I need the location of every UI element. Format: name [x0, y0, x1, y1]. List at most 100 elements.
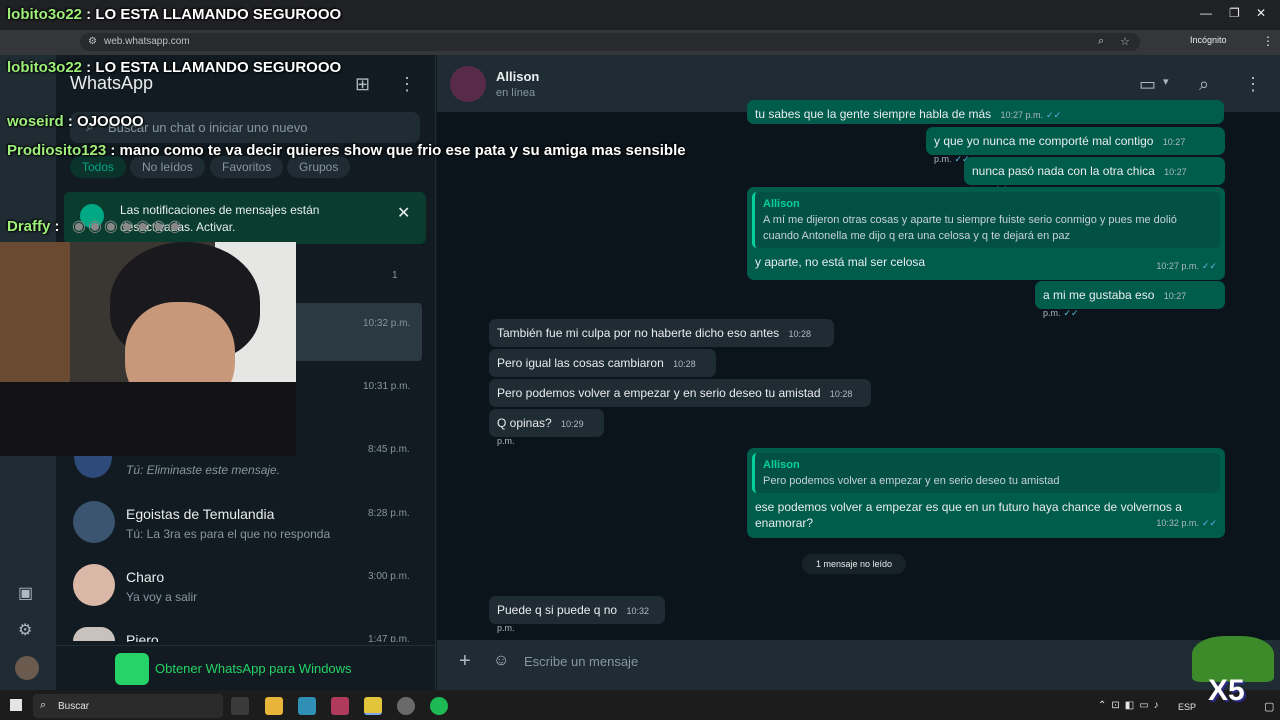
quoted-text: A mí me dijeron otras cosas y aparte tu … [763, 214, 1177, 242]
bookmark-star-icon[interactable]: ☆ [1120, 35, 1130, 48]
stream-chat-line: lobito3o22 : LO ESTA LLAMANDO SEGUROOO [7, 6, 342, 23]
chevron-down-icon[interactable]: ▾ [1163, 75, 1169, 88]
sticker-icon[interactable]: ☺ [493, 652, 509, 670]
chat-time: 8:45 p.m. [368, 444, 410, 455]
chat-last-message: Ya voy a salir [126, 590, 198, 604]
unread-divider: 1 mensaje no leído [802, 554, 906, 574]
quoted-message[interactable]: Allison A mí me dijeron otras cosas y ap… [752, 192, 1220, 248]
zoom-icon[interactable]: ⌕ [1098, 35, 1104, 48]
search-icon: ⌕ [40, 699, 47, 711]
chat-avatar [73, 501, 115, 543]
stream-chat-line: Prodiosito123 : mano como te va decir qu… [7, 142, 686, 159]
chat-last-message: Tú: La 3ra es para el que no responda [126, 527, 331, 541]
message-placeholder: Escribe un mensaje [524, 654, 639, 669]
quoted-message[interactable]: Allison Pero podemos volver a empezar y … [752, 453, 1220, 493]
quoted-text: Pero podemos volver a empezar y en serio… [763, 475, 1060, 487]
contact-avatar[interactable] [450, 66, 486, 102]
chat-name: Charo [126, 569, 165, 585]
message-text: Q opinas? [497, 416, 552, 430]
app-title: WhatsApp [70, 73, 154, 93]
chat-time: 1:47 p.m. [368, 634, 410, 642]
chat-avatar [73, 564, 115, 606]
close-window-icon[interactable]: ✕ [1256, 6, 1266, 20]
message-bubble[interactable]: nunca pasó nada con la otra chica 10:27 … [964, 157, 1225, 194]
quoted-author: Allison [763, 459, 800, 471]
read-ticks-icon: ✓✓ [1046, 110, 1062, 120]
message-time: 10:27 p.m. ✓✓ [1156, 261, 1217, 271]
profile-avatar[interactable] [15, 656, 39, 680]
stream-chat-line: Draffy : [7, 218, 60, 235]
filter-grupos[interactable]: Grupos [287, 156, 351, 178]
contact-status: en línea [496, 87, 536, 99]
chat-time: 8:28 p.m. [368, 508, 410, 519]
message-bubble[interactable]: Puede q si puede q no 10:32 p.m. [489, 596, 665, 633]
message-text: Pero podemos volver a empezar y en serio… [497, 386, 821, 400]
url-text: web.whatsapp.com [104, 36, 190, 47]
message-bubble-reply[interactable]: Allison A mí me dijeron otras cosas y ap… [747, 187, 1225, 280]
message-text: tu sabes que la gente siempre habla de m… [755, 107, 992, 121]
chat-avatar [73, 627, 115, 641]
file-explorer-icon[interactable] [265, 697, 283, 715]
stream-chat-line: lobito3o22 : LO ESTA LLAMANDO SEGUROOO [7, 59, 342, 76]
message-time: 10:32 p.m. ✓✓ [1156, 518, 1217, 528]
chat-menu-icon[interactable]: ⋮ [1244, 74, 1262, 95]
windows-start-icon[interactable] [10, 699, 22, 711]
chat-time: 3:00 p.m. [368, 571, 410, 582]
media-icon[interactable]: ▣ [18, 583, 33, 603]
chat-last-message: Tú: Eliminaste este mensaje. [126, 463, 281, 477]
app-icon[interactable] [397, 697, 415, 715]
unread-badge: 1 [392, 270, 398, 281]
message-text: nunca pasó nada con la otra chica [972, 164, 1155, 178]
notifications-icon[interactable]: ▢ [1264, 700, 1274, 713]
settings-gear-icon[interactable]: ⚙ [18, 620, 32, 640]
browser-menu-icon[interactable]: ⋮ [1262, 34, 1274, 48]
taskbar-search-label: Buscar [58, 701, 90, 712]
stream-chat-line: woseird : OJOOOO [7, 113, 144, 130]
spotify-icon[interactable] [430, 697, 448, 715]
message-bubble-reply[interactable]: Allison Pero podemos volver a empezar y … [747, 448, 1225, 538]
minimize-icon[interactable]: — [1200, 6, 1212, 20]
chat-name: Piero [126, 632, 159, 642]
message-bubble[interactable]: a mi me gustaba eso 10:27 p.m. ✓✓ [1035, 281, 1225, 318]
system-tray-icons[interactable]: ⌃⊡◧▭♪ [1098, 700, 1164, 711]
chat-time: 10:31 p.m. [363, 381, 411, 392]
video-call-icon[interactable]: ▭ [1139, 74, 1156, 95]
filter-favoritos[interactable]: Favoritos [210, 156, 284, 178]
read-ticks-icon: ✓✓ [1063, 308, 1079, 318]
chat-name: Egoistas de Temulandia [126, 506, 275, 522]
multiplier-badge: X5 [1208, 674, 1245, 707]
close-notification-icon[interactable]: ✕ [397, 203, 410, 223]
filter-todos[interactable]: Todos [70, 156, 127, 178]
restore-icon[interactable]: ❐ [1229, 6, 1240, 20]
chat-time: 10:32 p.m. [363, 318, 411, 329]
message-text: y que yo nunca me comporté mal contigo [934, 134, 1154, 148]
site-info-icon[interactable]: ⚙ [88, 36, 97, 47]
filter-no-leidos[interactable]: No leídos [130, 156, 205, 178]
message-text: Puede q si puede q no [497, 603, 618, 617]
message-bubble[interactable]: Pero podemos volver a empezar y en serio… [489, 379, 871, 416]
message-bubble[interactable]: Pero igual las cosas cambiaron 10:28 p.m… [489, 349, 716, 386]
message-bubble[interactable]: También fue mi culpa por no haberte dich… [489, 319, 834, 356]
message-bubble[interactable]: tu sabes que la gente siempre habla de m… [747, 100, 1224, 124]
contact-name: Allison [496, 69, 540, 84]
message-text: ese podemos volver a empezar es que en u… [755, 500, 1182, 530]
message-bubble[interactable]: Q opinas? 10:29 p.m. [489, 409, 604, 446]
message-text: a mi me gustaba eso [1043, 288, 1155, 302]
menu-kebab-icon[interactable]: ⋮ [398, 74, 416, 95]
message-text: y aparte, no está mal ser celosa [755, 255, 926, 269]
url-field[interactable] [80, 33, 1140, 51]
task-view-icon[interactable] [231, 697, 249, 715]
attach-plus-icon[interactable]: + [459, 650, 471, 673]
whatsapp-logo-icon [115, 653, 149, 685]
incognito-label[interactable]: Incógnito [1190, 35, 1227, 45]
message-bubble[interactable]: y que yo nunca me comporté mal contigo 1… [926, 127, 1225, 164]
message-text: Pero igual las cosas cambiaron [497, 356, 664, 370]
new-chat-icon[interactable]: ⊞ [355, 74, 370, 95]
chrome-icon[interactable] [364, 697, 382, 715]
language-indicator[interactable]: ESP [1178, 702, 1196, 712]
search-chat-icon[interactable]: ⌕ [1199, 74, 1209, 95]
emote-icons: ◉◉◉◉◉◉◉ [72, 218, 184, 235]
get-whatsapp-label[interactable]: Obtener WhatsApp para Windows [155, 661, 352, 676]
app-icon[interactable] [331, 697, 349, 715]
app-icon[interactable] [298, 697, 316, 715]
